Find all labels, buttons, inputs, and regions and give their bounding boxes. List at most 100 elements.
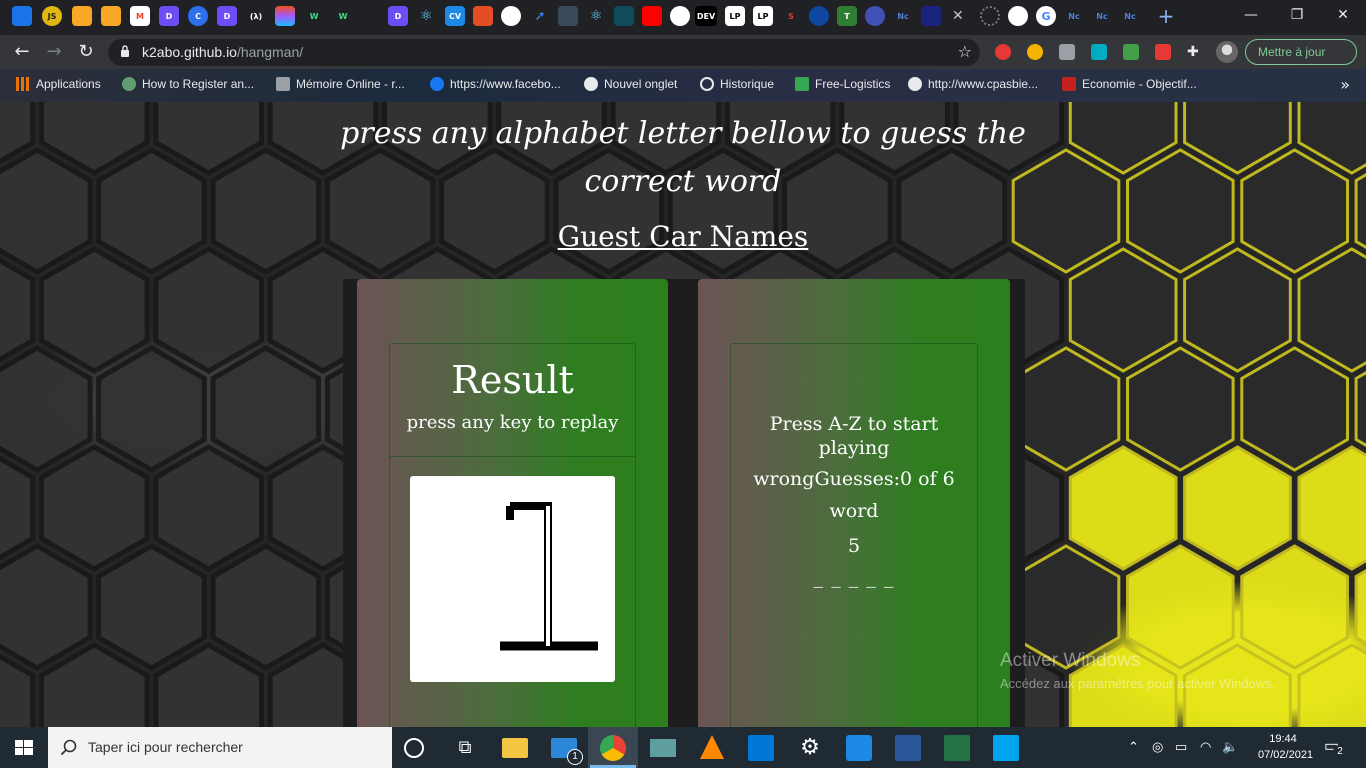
tab-favicon-w[interactable]: W xyxy=(304,6,324,26)
tab-favicon-box[interactable] xyxy=(614,6,634,26)
tab-favicon-gmail[interactable]: M xyxy=(130,6,150,26)
update-button[interactable]: Mettre à jour xyxy=(1245,39,1357,65)
bookmark-memoire[interactable]: Mémoire Online - r... xyxy=(276,77,405,91)
tab-favicon-nc-2[interactable]: Nc xyxy=(1064,6,1084,26)
clock-time: 19:44 xyxy=(1269,733,1297,745)
tab-favicon-dash-3[interactable]: D xyxy=(388,6,408,26)
tab-favicon-nc-3[interactable]: Nc xyxy=(1092,6,1112,26)
tab-favicon-lp-2[interactable]: LP xyxy=(753,6,773,26)
system-clock[interactable]: 19:44 07/02/2021 xyxy=(1258,731,1313,763)
puzzle-icon[interactable]: ✚ xyxy=(1187,44,1203,60)
hangman-image xyxy=(410,476,615,682)
tab-favicon-react-2[interactable]: ⚛ xyxy=(586,6,606,26)
restore-icon[interactable]: ❐ xyxy=(1286,4,1308,26)
check-icon xyxy=(795,77,809,91)
result-card: Result press any key to replay xyxy=(357,279,668,727)
chrome-taskbar-icon[interactable] xyxy=(600,735,626,761)
download-extension-icon[interactable] xyxy=(1123,44,1139,60)
tab-favicon-figma[interactable] xyxy=(275,6,295,26)
tab-favicon-youtube[interactable] xyxy=(642,6,662,26)
extension-icon-2[interactable] xyxy=(1027,44,1043,60)
tab-favicon-react[interactable]: ⚛ xyxy=(416,6,436,26)
tab-favicon-js[interactable]: JS xyxy=(42,6,62,26)
volume-icon[interactable]: 🔈 xyxy=(1222,739,1238,755)
tab-favicon-cv[interactable]: CV xyxy=(445,6,465,26)
bookmark-facebook[interactable]: https://www.facebo... xyxy=(430,77,561,91)
bookmark-applications[interactable]: Applications xyxy=(16,77,101,91)
task-view-icon[interactable]: ⧉ xyxy=(452,735,478,761)
github-icon xyxy=(908,77,922,91)
tab-favicon-t[interactable]: T xyxy=(837,6,857,26)
tab-close-icon[interactable]: ✕ xyxy=(952,8,964,24)
back-icon[interactable]: ← xyxy=(10,40,34,64)
more-bookmarks-icon[interactable]: » xyxy=(1340,75,1350,94)
bookmark-register[interactable]: How to Register an... xyxy=(122,77,254,91)
show-hidden-icons[interactable]: ⌃ xyxy=(1128,739,1139,755)
tab-favicon-firebase[interactable] xyxy=(72,6,92,26)
tab-favicon-lambda[interactable]: (λ) xyxy=(246,6,266,26)
mail-badge: 1 xyxy=(567,749,583,765)
wifi-icon[interactable]: ◠ xyxy=(1200,739,1211,755)
battery-icon[interactable]: ▭ xyxy=(1175,739,1187,755)
app-taskbar-icon[interactable] xyxy=(650,739,676,757)
vlc-icon[interactable] xyxy=(700,735,724,759)
tab-favicon-nc-4[interactable]: Nc xyxy=(1120,6,1140,26)
reload-icon[interactable]: ↻ xyxy=(74,40,98,64)
tab-favicon-github-3[interactable] xyxy=(1008,6,1028,26)
bookmark-favicon xyxy=(276,77,290,91)
tab-favicon-dash[interactable]: D xyxy=(159,6,179,26)
bookmark-free-logistics[interactable]: Free-Logistics xyxy=(795,77,890,91)
file-explorer-icon[interactable] xyxy=(502,738,528,758)
app-blue-icon[interactable] xyxy=(993,735,1019,761)
word-blanks: _ _ _ _ _ xyxy=(813,566,895,588)
meet-icon[interactable]: ◎ xyxy=(1152,739,1163,755)
settings-gear-icon[interactable]: ⚙ xyxy=(797,735,823,761)
notification-count: 2 xyxy=(1333,745,1347,759)
extension-icon-1[interactable] xyxy=(995,44,1011,60)
tab-favicon-cloud[interactable] xyxy=(12,6,32,26)
tab-favicon-word[interactable] xyxy=(921,6,941,26)
tab-favicon-firebase-2[interactable] xyxy=(101,6,121,26)
vscode-icon[interactable] xyxy=(846,735,872,761)
tab-favicon-s[interactable]: S xyxy=(781,6,801,26)
tab-favicon-pause[interactable] xyxy=(809,6,829,26)
extension-icon-6[interactable] xyxy=(1155,44,1171,60)
tab-favicon-loading[interactable] xyxy=(980,6,1000,26)
tab-favicon-github-2[interactable] xyxy=(670,6,690,26)
bookmark-cpasbien[interactable]: http://www.cpasbie... xyxy=(908,77,1038,91)
address-bar[interactable]: k2abo.github.io/hangman/ ☆ xyxy=(108,39,980,66)
tab-favicon-html[interactable] xyxy=(473,6,493,26)
profile-avatar[interactable] xyxy=(1216,41,1238,63)
store-icon[interactable] xyxy=(748,735,774,761)
hangman-page: press any alphabet letter bellow to gues… xyxy=(0,102,1366,727)
new-tab-icon[interactable]: + xyxy=(1156,5,1176,27)
bookmark-history[interactable]: Historique xyxy=(700,77,774,91)
word-label: word xyxy=(829,500,879,522)
tab-favicon-w-2[interactable]: W xyxy=(333,6,353,26)
tab-favicon-github[interactable] xyxy=(501,6,521,26)
tab-favicon-blue[interactable] xyxy=(865,6,885,26)
bookmark-star-icon[interactable]: ☆ xyxy=(958,42,972,61)
cortana-icon[interactable] xyxy=(404,738,424,758)
close-window-icon[interactable]: ✕ xyxy=(1332,4,1354,26)
tab-favicon-lp[interactable]: LP xyxy=(725,6,745,26)
tab-favicon-dev[interactable]: DEV xyxy=(695,6,717,26)
excel-icon[interactable] xyxy=(944,735,970,761)
tab-favicon-c[interactable]: C xyxy=(188,6,208,26)
camera-extension-icon[interactable] xyxy=(1059,44,1075,60)
forward-icon[interactable]: → xyxy=(42,40,66,64)
minimize-icon[interactable]: — xyxy=(1240,4,1262,26)
tab-favicon-vue[interactable] xyxy=(558,6,578,26)
word-icon[interactable] xyxy=(895,735,921,761)
taskbar-search[interactable]: Taper ici pour rechercher xyxy=(48,727,392,768)
bookmark-economie[interactable]: Economie - Objectif... xyxy=(1062,77,1197,91)
bookmark-new-tab[interactable]: Nouvel onglet xyxy=(584,77,677,91)
windows-start-icon[interactable] xyxy=(0,727,48,768)
tab-favicon-google[interactable]: G xyxy=(1036,6,1056,26)
extension-icon-4[interactable] xyxy=(1091,44,1107,60)
apps-grid-icon xyxy=(16,77,30,91)
tab-favicon-bolt[interactable]: ➚ xyxy=(530,6,550,26)
lock-icon xyxy=(121,45,129,57)
tab-favicon-nc[interactable]: Nc xyxy=(893,6,913,26)
tab-favicon-dash-2[interactable]: D xyxy=(217,6,237,26)
